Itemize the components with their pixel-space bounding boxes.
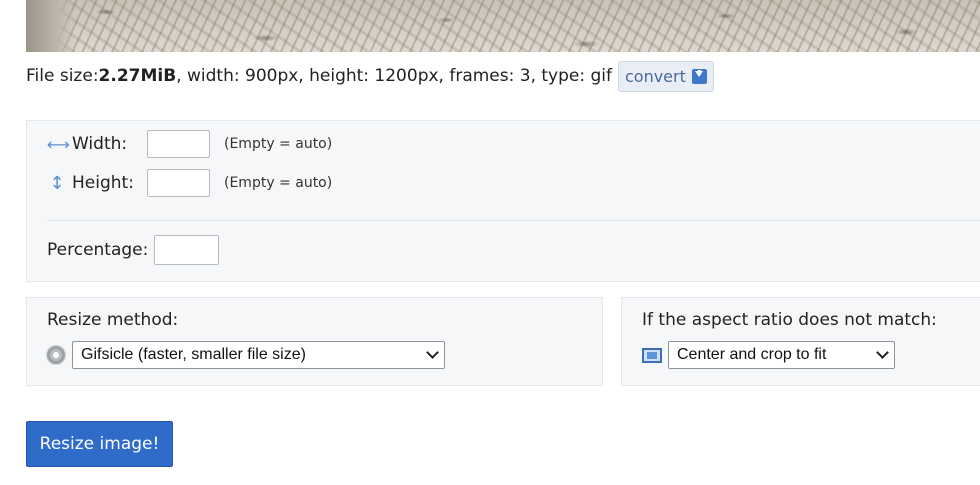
- percentage-row: Percentage:: [47, 235, 220, 265]
- dimensions-divider: [47, 220, 980, 221]
- height-label-wrap: ↕ Height:: [47, 173, 147, 194]
- file-info: File size: 2.27MiB , width: 900px, heigh…: [26, 60, 714, 92]
- width-label-wrap: ⟷ Width:: [47, 134, 147, 154]
- convert-label: convert: [624, 66, 686, 86]
- gear-icon: [47, 346, 65, 364]
- aspect-ratio-row: Center and crop to fit: [642, 341, 895, 369]
- resize-image-button[interactable]: Resize image!: [26, 421, 173, 467]
- convert-button[interactable]: convert: [617, 60, 714, 92]
- height-input[interactable]: [147, 169, 210, 197]
- aspect-ratio-selected: Center and crop to fit: [677, 346, 827, 363]
- resize-method-title: Resize method:: [47, 310, 179, 330]
- height-arrow-icon: ↕: [49, 172, 65, 194]
- resize-method-select[interactable]: Gifsicle (faster, smaller file size): [72, 341, 445, 369]
- height-hint: (Empty = auto): [224, 175, 333, 191]
- chevron-down-icon: [876, 346, 889, 359]
- width-hint: (Empty = auto): [224, 136, 333, 152]
- dimensions-panel: ⟷ Width: (Empty = auto) ↕ Height: (Empty…: [26, 120, 980, 282]
- file-details: , width: 900px, height: 1200px, frames: …: [176, 66, 612, 86]
- resize-method-row: Gifsicle (faster, smaller file size): [47, 341, 445, 369]
- resize-method-selected: Gifsicle (faster, smaller file size): [81, 346, 306, 363]
- aspect-ratio-title: If the aspect ratio does not match:: [642, 310, 937, 330]
- file-size-value: 2.27MiB: [98, 66, 177, 86]
- preview-image: [26, 0, 980, 52]
- width-label: Width:: [72, 134, 128, 154]
- height-label: Height:: [72, 173, 134, 193]
- file-size-label: File size:: [26, 66, 99, 86]
- width-arrow-icon: ⟷: [47, 134, 70, 154]
- width-input[interactable]: [147, 130, 210, 158]
- height-row: ↕ Height: (Empty = auto): [47, 169, 332, 197]
- percentage-label: Percentage:: [47, 240, 149, 260]
- width-row: ⟷ Width: (Empty = auto): [47, 130, 332, 158]
- aspect-ratio-select[interactable]: Center and crop to fit: [668, 341, 895, 369]
- chevron-down-icon: [426, 346, 439, 359]
- preview-image-edge: [26, 0, 76, 52]
- frame-icon: [642, 347, 662, 363]
- percentage-input[interactable]: [154, 235, 220, 265]
- resize-method-panel: Resize method: Gifsicle (faster, smaller…: [26, 297, 603, 386]
- download-icon: [691, 68, 707, 84]
- aspect-ratio-panel: If the aspect ratio does not match: Cent…: [621, 297, 980, 386]
